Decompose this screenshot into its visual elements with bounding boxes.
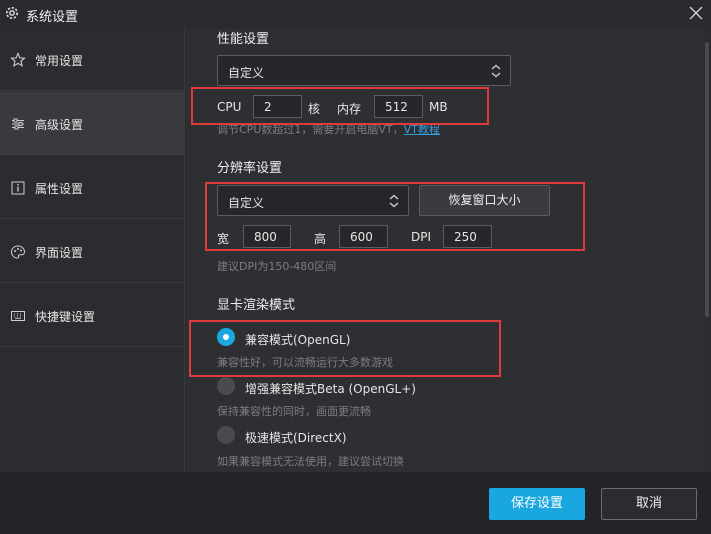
restore-window-size-button[interactable]: 恢复窗口大小 <box>419 185 550 216</box>
sidebar-item-label: 界面设置 <box>35 246 84 260</box>
palette-icon <box>10 245 26 259</box>
resolution-mode-value: 自定义 <box>228 196 265 210</box>
performance-section-title: 性能设置 <box>217 32 270 47</box>
dpi-input[interactable] <box>443 225 492 248</box>
radio-desc-directx: 如果兼容模式无法使用，建议尝试切换 <box>217 455 404 468</box>
resolution-mode-select[interactable]: 自定义 <box>217 185 409 216</box>
cpu-hint: 调节CPU数超过1，需要开启电脑VT，VT教程 <box>217 121 440 137</box>
close-icon[interactable] <box>687 4 705 22</box>
sidebar-item-general[interactable]: 常用设置 <box>0 28 185 91</box>
cpu-unit-label: 核 <box>308 102 321 116</box>
radio-label-opengl[interactable]: 兼容模式(OpenGL) <box>245 331 350 348</box>
gear-icon <box>6 7 18 19</box>
sidebar-item-shortcuts[interactable]: 快捷键设置 <box>0 284 185 347</box>
radio-label-opengl-plus[interactable]: 增强兼容模式Beta (OpenGL+) <box>245 380 416 397</box>
performance-mode-select[interactable]: 自定义 <box>217 55 511 86</box>
sidebar-item-label: 快捷键设置 <box>35 310 96 324</box>
sliders-icon <box>12 118 24 130</box>
memory-unit-label: MB <box>429 100 448 114</box>
chevron-updown-icon <box>491 64 501 78</box>
memory-input[interactable] <box>374 95 423 118</box>
sidebar-item-interface[interactable]: 界面设置 <box>0 220 185 283</box>
height-input[interactable] <box>339 225 388 248</box>
vt-tutorial-link[interactable]: VT教程 <box>404 123 440 136</box>
cpu-hint-text: 调节CPU数超过1，需要开启电脑VT， <box>217 123 404 136</box>
width-input[interactable] <box>243 225 291 248</box>
cpu-label: CPU <box>217 100 242 114</box>
chevron-updown-icon <box>389 194 399 208</box>
radio-directx[interactable] <box>217 426 235 444</box>
render-section-title: 显卡渲染模式 <box>217 298 296 313</box>
radio-desc-opengl-plus: 保持兼容性的同时，画面更流畅 <box>217 405 371 418</box>
scrollbar[interactable] <box>705 42 709 317</box>
width-label: 宽 <box>217 232 230 246</box>
title-bar: 系统设置 <box>0 0 711 28</box>
settings-content: 性能设置 自定义 CPU 核 内存 MB 调节CPU数超过1，需要开启电脑VT，… <box>186 28 704 472</box>
radio-opengl-plus[interactable] <box>217 377 235 395</box>
info-icon <box>11 181 25 195</box>
radio-label-directx[interactable]: 极速模式(DirectX) <box>245 429 347 446</box>
height-label: 高 <box>314 232 327 246</box>
cancel-button[interactable]: 取消 <box>601 488 697 520</box>
window-title: 系统设置 <box>26 10 79 25</box>
dpi-label: DPI <box>411 230 432 244</box>
star-icon <box>10 52 26 67</box>
performance-mode-value: 自定义 <box>228 66 265 80</box>
cpu-count-input[interactable] <box>253 95 302 118</box>
resolution-section-title: 分辨率设置 <box>217 161 283 176</box>
sidebar-item-properties[interactable]: 属性设置 <box>0 156 185 219</box>
sidebar-item-label: 常用设置 <box>35 54 84 68</box>
sidebar-item-label: 高级设置 <box>35 118 84 132</box>
radio-opengl[interactable] <box>217 328 235 346</box>
keyboard-icon <box>11 311 25 321</box>
dpi-hint: 建议DPI为150-480区间 <box>217 260 337 273</box>
sidebar-item-label: 属性设置 <box>35 182 84 196</box>
sidebar: 常用设置 高级设置 属性设置 界面设置 快捷键设置 <box>0 28 185 472</box>
footer: 保存设置 取消 <box>0 472 711 534</box>
memory-label: 内存 <box>337 102 362 116</box>
sidebar-item-advanced[interactable]: 高级设置 <box>0 92 185 155</box>
radio-desc-opengl: 兼容性好，可以流畅运行大多数游戏 <box>217 356 393 369</box>
save-settings-button[interactable]: 保存设置 <box>489 488 585 520</box>
